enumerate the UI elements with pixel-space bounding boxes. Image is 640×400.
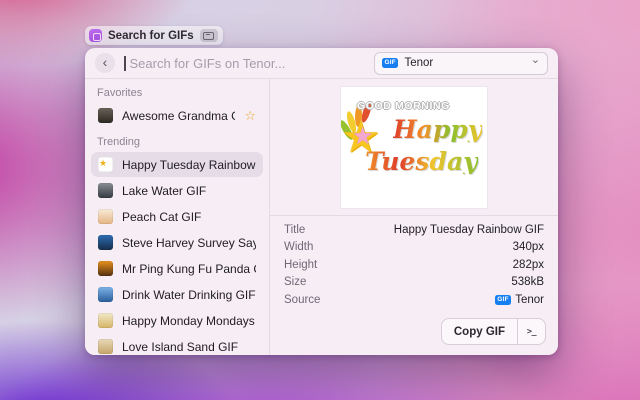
search-header: GIF Tenor — [85, 48, 558, 78]
list-item-mr-ping[interactable]: Mr Ping Kung Fu Panda GIF — [91, 256, 263, 281]
section-label-trending: Trending — [97, 136, 257, 148]
gif-thumbnail — [98, 157, 113, 172]
gif-thumbnail — [98, 287, 113, 302]
action-button-group: Copy GIF >_ — [441, 318, 546, 345]
list-item-peach-cat[interactable]: Peach Cat GIF — [91, 204, 263, 229]
meta-row-source: Source GIF Tenor — [284, 291, 544, 309]
meta-row-title: Title Happy Tuesday Rainbow GIF — [284, 221, 544, 239]
terminal-prompt-icon: >_ — [527, 327, 536, 337]
list-item-happy-tuesday[interactable]: Happy Tuesday Rainbow GIF — [91, 152, 263, 177]
gif-thumbnail — [98, 108, 113, 123]
gif-thumbnail — [98, 261, 113, 276]
gif-text-tuesday: Tuesday — [365, 149, 478, 174]
gif-thumbnail — [98, 183, 113, 198]
gif-list-sidebar: Favorites Awesome Grandma GIF Trending H… — [85, 79, 270, 355]
gif-thumbnail — [98, 313, 113, 328]
source-dropdown-label: Tenor — [404, 57, 524, 69]
content-area: Favorites Awesome Grandma GIF Trending H… — [85, 79, 558, 355]
list-item-awesome-grandma[interactable]: Awesome Grandma GIF — [91, 103, 263, 128]
list-item-happy-monday[interactable]: Happy Monday Mondays GIF — [91, 308, 263, 333]
back-button[interactable] — [95, 53, 115, 73]
list-item-drink-water[interactable]: Drink Water Drinking GIF — [91, 282, 263, 307]
gif-search-window: GIF Tenor Favorites Awesome Grandma GIF … — [85, 48, 558, 355]
actions-menu-button[interactable]: >_ — [518, 319, 545, 344]
gif-thumbnail — [98, 209, 113, 224]
metadata-table: Title Happy Tuesday Rainbow GIF Width 34… — [270, 216, 558, 309]
text-caret — [124, 56, 126, 71]
meta-row-size: Size 538kB — [284, 274, 544, 292]
chevron-left-icon — [103, 54, 108, 72]
tenor-gif-badge-icon: GIF — [495, 295, 511, 306]
meta-row-height: Height 282px — [284, 256, 544, 274]
gif-detail-pane: GOOD MORNING ★ ★ Happy Tuesday Title Hap… — [270, 79, 558, 355]
meta-row-width: Width 340px — [284, 239, 544, 257]
command-chip-label: Search for GIFs — [108, 30, 194, 42]
gif-thumbnail — [98, 235, 113, 250]
command-chip[interactable]: Search for GIFs — [85, 26, 223, 45]
list-item-steve-harvey[interactable]: Steve Harvey Survey Says GIF — [91, 230, 263, 255]
copy-gif-button[interactable]: Copy GIF — [442, 319, 517, 344]
list-item-love-island[interactable]: Love Island Sand GIF — [91, 334, 263, 355]
gif-preview: GOOD MORNING ★ ★ Happy Tuesday — [341, 87, 487, 208]
search-input[interactable] — [130, 56, 366, 71]
gif-text-good-morning: GOOD MORNING — [357, 100, 485, 112]
hotkey-icon — [200, 29, 218, 42]
gif-text-happy: Happy — [393, 117, 482, 142]
source-value: Tenor — [515, 294, 544, 306]
gif-thumbnail — [98, 339, 113, 354]
gif-preview-area: GOOD MORNING ★ ★ Happy Tuesday — [270, 79, 558, 215]
source-dropdown[interactable]: GIF Tenor — [374, 52, 548, 75]
tenor-gif-badge-icon: GIF — [382, 58, 398, 69]
favorite-star-icon[interactable] — [244, 109, 256, 122]
gif-extension-icon — [89, 29, 102, 42]
section-label-favorites: Favorites — [97, 87, 257, 99]
list-item-lake-water[interactable]: Lake Water GIF — [91, 178, 263, 203]
